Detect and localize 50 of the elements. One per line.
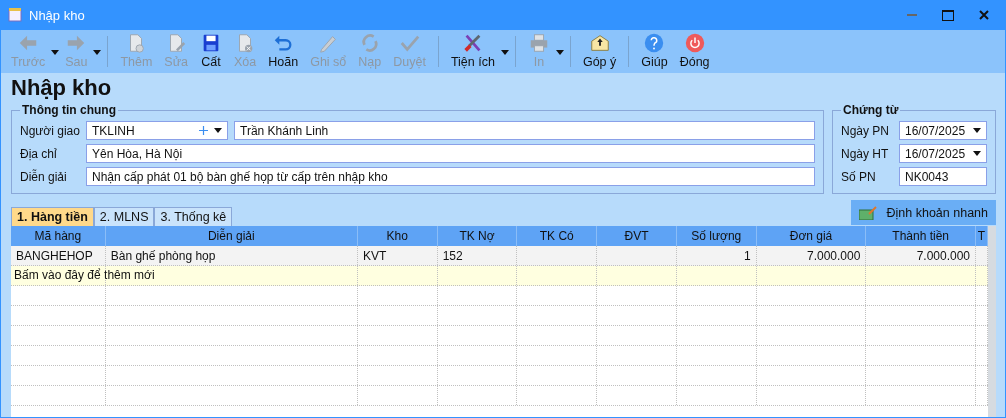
date-field[interactable]: 16/07/2025 xyxy=(899,121,987,140)
caret-icon[interactable] xyxy=(973,151,981,156)
table-cell: 1 xyxy=(744,248,751,263)
toolbar-button[interactable]: Tiện ích xyxy=(444,30,501,71)
input-field[interactable]: Nhận cấp phát 01 bộ bàn ghế họp từ cấp trên nhập kho xyxy=(86,167,815,186)
caret-icon[interactable] xyxy=(555,50,564,55)
toolbar-button[interactable]: Cất xyxy=(194,30,229,71)
help-icon xyxy=(643,32,666,54)
caret-icon[interactable] xyxy=(973,128,981,133)
date-field[interactable]: 16/07/2025 xyxy=(899,144,987,163)
maximize-icon[interactable] xyxy=(942,9,954,21)
group-title: Chứng từ xyxy=(842,103,900,117)
caret-icon[interactable] xyxy=(500,50,509,55)
caret-icon[interactable] xyxy=(51,50,60,55)
new-row-prompt[interactable]: Bấm vào đây để thêm mới xyxy=(14,268,155,282)
table-cell: 7.000.000 xyxy=(916,248,970,263)
field-label: Người giao xyxy=(20,123,80,138)
field-label: Ngày HT xyxy=(841,146,890,161)
close-icon[interactable] xyxy=(979,10,989,20)
power-icon xyxy=(683,32,706,54)
tab[interactable]: 2. MLNS xyxy=(93,207,155,226)
toolbar-button[interactable]: Giúp xyxy=(635,30,674,71)
input-field[interactable]: NK0043 xyxy=(899,167,987,186)
window-title: Nhập kho xyxy=(29,7,85,23)
table-cell: BANGHEHOP xyxy=(16,248,93,263)
quick-entry-button[interactable]: Định khoản nhanh xyxy=(850,200,996,225)
field-label: Diễn giải xyxy=(20,169,68,184)
page-heading: Nhập kho xyxy=(11,75,113,102)
table-cell: 7.000.000 xyxy=(806,248,861,263)
table-cell: KVT xyxy=(362,248,387,263)
field-label: Số PN xyxy=(841,169,877,184)
field-label: Ngày PN xyxy=(841,123,891,138)
toolbar-button[interactable]: Hoãn xyxy=(262,30,305,71)
tab[interactable]: 1. Hàng tiền xyxy=(11,207,94,226)
table-cell: 152 xyxy=(442,248,463,263)
app-icon xyxy=(7,7,23,23)
money-pencil-icon xyxy=(858,205,877,220)
envelope-icon xyxy=(588,32,611,54)
caret-icon[interactable] xyxy=(93,50,102,55)
lookup-field[interactable]: TKLINH xyxy=(86,121,228,140)
field-label: Địa chỉ xyxy=(20,146,58,161)
plus-icon[interactable] xyxy=(199,126,208,135)
caret-icon[interactable] xyxy=(214,128,222,133)
tab[interactable]: 3. Thống kê xyxy=(154,207,233,226)
name-field[interactable]: Trần Khánh Linh xyxy=(234,121,815,140)
toolbar-button[interactable]: Góp ý xyxy=(576,30,623,71)
table-cell: Bàn ghế phòng họp xyxy=(110,248,216,263)
input-field[interactable]: Yên Hòa, Hà Nội xyxy=(86,144,815,163)
group-title: Thông tin chung xyxy=(21,103,117,117)
toolbar-button[interactable]: Đóng xyxy=(673,30,716,71)
